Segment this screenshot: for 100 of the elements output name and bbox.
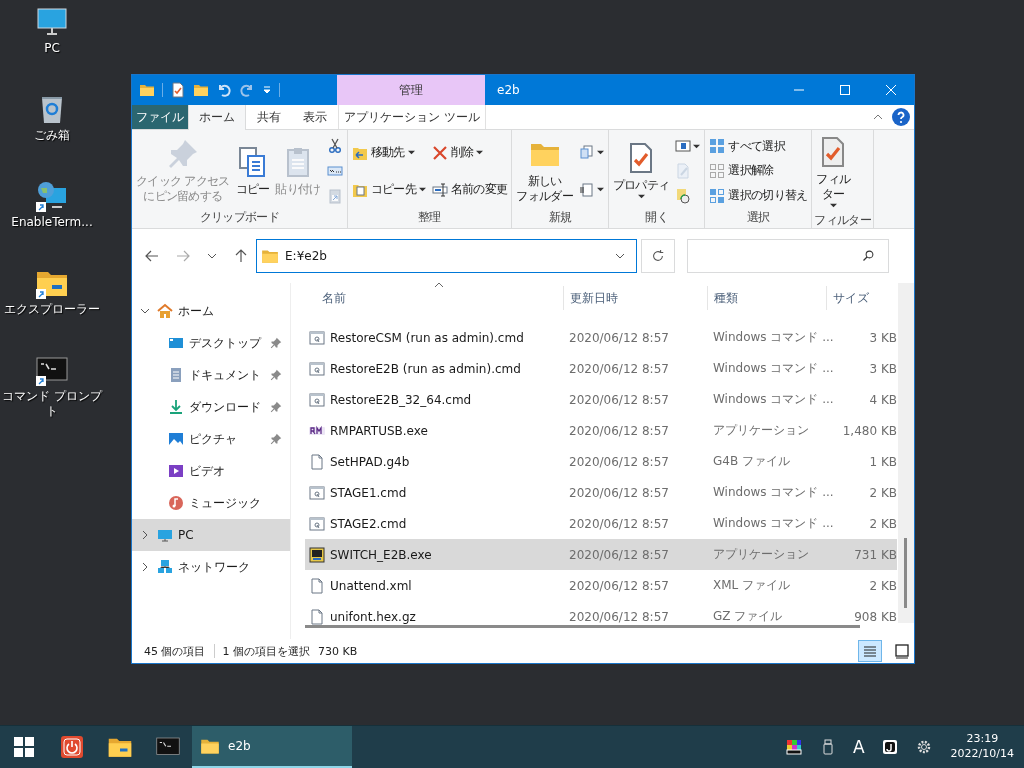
scrollbar-thumb[interactable] bbox=[904, 538, 907, 608]
ribbon-button[interactable]: プロパティ bbox=[610, 140, 672, 202]
nav-item[interactable]: デスクトップ bbox=[132, 327, 290, 359]
caret-icon bbox=[596, 149, 604, 156]
network-icon bbox=[157, 559, 173, 575]
nav-item[interactable]: ドキュメント bbox=[132, 359, 290, 391]
caret-icon bbox=[418, 186, 426, 193]
close-icon bbox=[886, 85, 896, 95]
up-arrow-icon[interactable] bbox=[233, 248, 249, 264]
file-type: G4B ファイル bbox=[713, 453, 790, 470]
customize-caret-icon[interactable] bbox=[262, 85, 272, 95]
script-file-icon bbox=[309, 360, 325, 377]
file-row[interactable]: RestoreE2B_32_64.cmd 2020/06/12 8:57 Windows コマンド ... 4 KB bbox=[305, 384, 897, 415]
column-header[interactable]: 名前 bbox=[305, 286, 563, 310]
nav-item[interactable]: ミュージック bbox=[132, 487, 290, 519]
file-row[interactable]: SWITCH_E2B.exe 2020/06/12 8:57 アプリケーション 731 KB bbox=[305, 539, 897, 570]
details-view-button[interactable] bbox=[858, 640, 882, 662]
desktop-icon-label[interactable]: ごみ箱 bbox=[34, 128, 70, 143]
back-arrow-icon[interactable] bbox=[144, 248, 160, 264]
ribbon-button[interactable]: 選択の切り替え bbox=[707, 185, 810, 207]
ribbon-button[interactable]: 選択解除 bbox=[707, 160, 776, 182]
home-icon bbox=[157, 303, 173, 319]
ribbon-button[interactable]: 削除 bbox=[429, 142, 486, 163]
ribbon-button[interactable]: 名前の変更 bbox=[429, 179, 510, 200]
chevron-icon[interactable] bbox=[140, 562, 150, 572]
file-date: 2020/06/12 8:57 bbox=[569, 578, 669, 593]
file-type: アプリケーション bbox=[713, 422, 809, 439]
desktop-icon bbox=[168, 335, 184, 351]
window-title: e2b bbox=[497, 83, 520, 97]
nav-item[interactable]: ピクチャ bbox=[132, 423, 290, 455]
ribbon-tab[interactable]: ホーム bbox=[188, 105, 246, 130]
chevron-icon[interactable] bbox=[140, 530, 150, 540]
ribbon-button[interactable]: 新しい フォルダー bbox=[514, 136, 575, 206]
ribbon-button[interactable]: フィル ター bbox=[814, 134, 853, 211]
file-type: アプリケーション bbox=[713, 546, 809, 563]
file-row[interactable]: unifont.hex.gz 2020/06/12 8:57 GZ ファイル 908 KB bbox=[305, 601, 897, 632]
file-size: 2 KB bbox=[869, 578, 897, 593]
taskbar-window-button[interactable]: e2b bbox=[192, 726, 352, 768]
nav-item[interactable]: ダウンロード bbox=[132, 391, 290, 423]
file-row[interactable]: RestoreCSM (run as admin).cmd 2020/06/12 8:57 Windows コマンド ... 3 KB bbox=[305, 322, 897, 353]
windows-logo-icon bbox=[14, 737, 34, 757]
ribbon-tab[interactable]: ファイル bbox=[132, 105, 188, 129]
desktop-icon-label[interactable]: PC bbox=[44, 41, 60, 56]
redo-icon[interactable] bbox=[239, 82, 255, 98]
nav-item[interactable]: ビデオ bbox=[132, 455, 290, 487]
help-icon[interactable] bbox=[892, 108, 910, 126]
rename-icon bbox=[431, 181, 448, 198]
ribbon-tab[interactable]: アプリケーション ツール bbox=[338, 105, 486, 129]
file-date: 2020/06/12 8:57 bbox=[569, 516, 669, 531]
file-name: Unattend.xml bbox=[330, 578, 412, 593]
pin-icon[interactable] bbox=[270, 337, 282, 349]
ribbon-button[interactable]: 移動先 bbox=[349, 142, 417, 163]
ribbon-group-label: 整理 bbox=[417, 209, 442, 226]
folder-icon bbox=[139, 82, 155, 98]
settings-icon[interactable] bbox=[915, 739, 932, 755]
file-size: 2 KB bbox=[869, 485, 897, 500]
file-row[interactable]: STAGE2.cmd 2020/06/12 8:57 Windows コマンド ... 2 KB bbox=[305, 508, 897, 539]
file-name: unifont.hex.gz bbox=[330, 609, 416, 624]
input-indicator[interactable]: A bbox=[852, 737, 865, 757]
column-header[interactable]: 更新日時 bbox=[563, 286, 707, 310]
desktop-icon-label[interactable]: コマンド プロンプト bbox=[0, 389, 104, 419]
file-row[interactable]: SetHPAD.g4b 2020/06/12 8:57 G4B ファイル 1 KB bbox=[305, 446, 897, 477]
search-field[interactable] bbox=[687, 239, 889, 273]
color-palette-icon[interactable] bbox=[785, 739, 802, 755]
desktop-icon-label[interactable]: EnableTerm... bbox=[11, 215, 93, 230]
power-icon bbox=[61, 736, 83, 758]
refresh-button[interactable] bbox=[641, 239, 675, 273]
file-row[interactable]: RestoreE2B (run as admin).cmd 2020/06/12 8:57 Windows コマンド ... 3 KB bbox=[305, 353, 897, 384]
app-tray-icon[interactable] bbox=[881, 739, 898, 755]
undo-icon[interactable] bbox=[216, 82, 232, 98]
refresh-icon bbox=[651, 249, 665, 263]
ribbon-button[interactable]: コピー bbox=[233, 143, 272, 199]
chevron-icon[interactable] bbox=[140, 306, 150, 316]
pin-icon[interactable] bbox=[270, 433, 282, 445]
pin-icon[interactable] bbox=[270, 401, 282, 413]
clock-date[interactable]: 2022/10/14 bbox=[950, 747, 1014, 762]
file-row[interactable]: STAGE1.cmd 2020/06/12 8:57 Windows コマンド ... 2 KB bbox=[305, 477, 897, 508]
status-text: 45 個の項目 bbox=[144, 643, 206, 659]
ribbon-button[interactable]: コピー先 bbox=[349, 179, 428, 200]
pin-icon[interactable] bbox=[270, 369, 282, 381]
file-date: 2020/06/12 8:57 bbox=[569, 485, 669, 500]
clock-time[interactable]: 23:19 bbox=[966, 732, 999, 747]
ribbon-group-label: 新規 bbox=[547, 209, 573, 226]
desktop-icon-label[interactable]: エクスプローラー bbox=[4, 302, 100, 317]
new-item-icon bbox=[578, 144, 595, 161]
scrollbar-thumb[interactable] bbox=[305, 625, 860, 628]
nav-item[interactable]: ネットワーク bbox=[132, 551, 290, 583]
caret-icon bbox=[476, 149, 484, 156]
file-row[interactable]: Unattend.xml 2020/06/12 8:57 XML ファイル 2 KB bbox=[305, 570, 897, 601]
nav-item[interactable]: PC bbox=[132, 519, 290, 551]
ribbon-group-label: フィルター bbox=[814, 212, 871, 228]
ribbon-button[interactable]: すべて選択 bbox=[707, 135, 787, 157]
check-page-icon[interactable] bbox=[170, 82, 186, 98]
monitor-icon[interactable] bbox=[36, 6, 68, 38]
nav-item[interactable]: ホーム bbox=[132, 295, 290, 327]
column-header[interactable]: 種類 bbox=[707, 286, 826, 310]
file-row[interactable]: RMPARTUSB.exe 2020/06/12 8:57 アプリケーション 1,480 KB bbox=[305, 415, 897, 446]
monitor-icon bbox=[157, 527, 173, 543]
column-header[interactable]: サイズ bbox=[826, 286, 897, 310]
address-field[interactable]: E:¥e2b bbox=[256, 239, 637, 273]
